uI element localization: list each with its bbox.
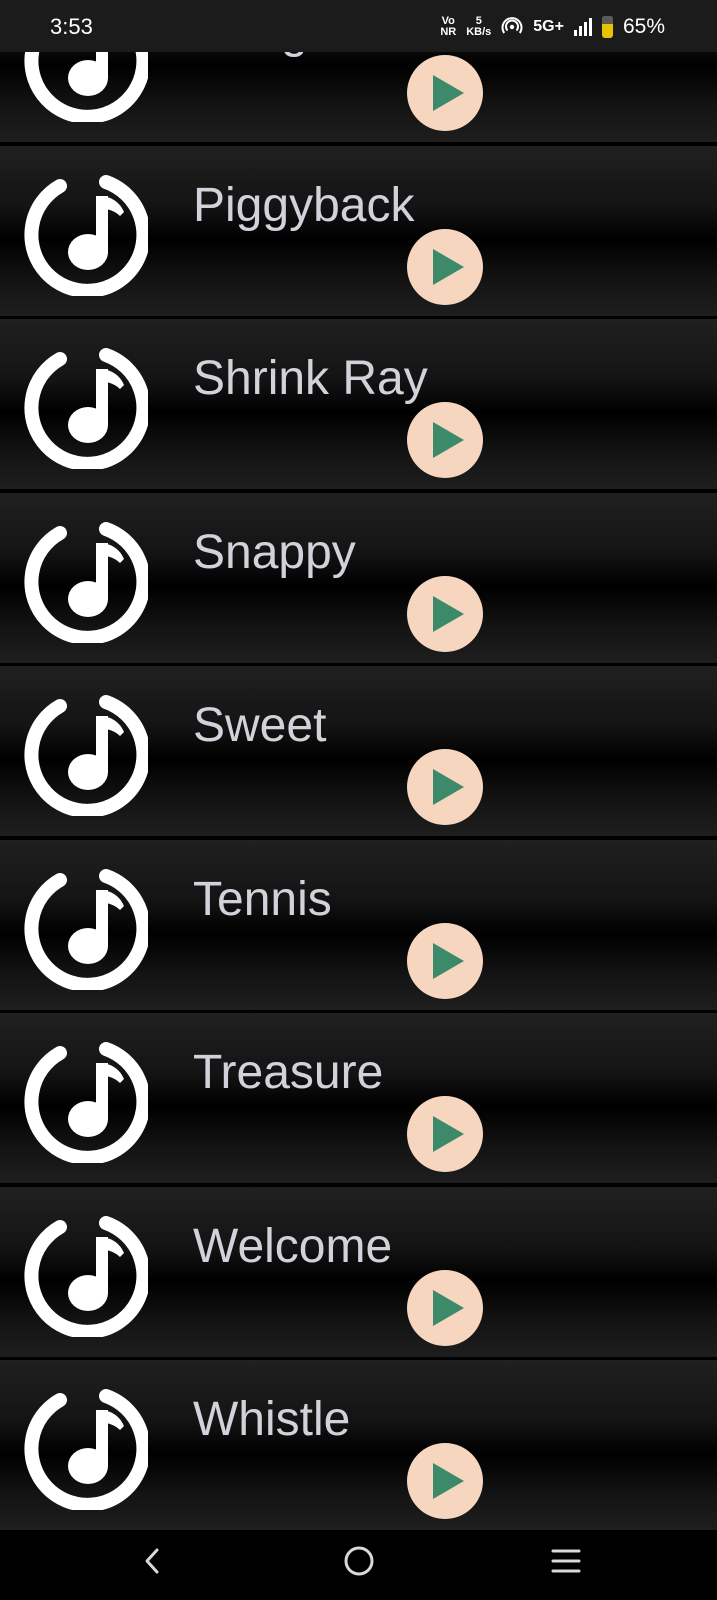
sound-title: Treasure — [193, 1046, 384, 1099]
speed-unit: KB/s — [466, 26, 492, 38]
list-item[interactable]: Piggyback — [0, 145, 717, 316]
play-icon — [433, 1116, 464, 1152]
battery-percent: 65% — [622, 15, 665, 38]
play-icon — [433, 422, 464, 458]
music-note-icon — [20, 1035, 151, 1165]
play-button[interactable] — [407, 402, 483, 478]
play-button[interactable] — [407, 55, 483, 131]
signal-icon — [573, 18, 592, 36]
play-icon — [433, 1463, 464, 1499]
sound-title: Snappy — [193, 525, 356, 579]
music-note-icon — [20, 688, 151, 818]
volte-indicator: Vo NR — [440, 16, 456, 38]
menu-icon[interactable] — [541, 1536, 591, 1586]
play-button[interactable] — [407, 1269, 483, 1346]
music-note-icon — [20, 1382, 151, 1512]
list-item[interactable]: Treasure — [0, 1013, 717, 1183]
sound-title: Sweet — [193, 699, 327, 752]
play-button[interactable] — [407, 575, 483, 652]
network-type: 5G+ — [533, 18, 564, 35]
status-icons: Vo NR 5 KB/s 5G+ 65% — [440, 12, 665, 42]
sound-title: Welcome — [193, 1219, 393, 1273]
home-icon[interactable] — [334, 1536, 384, 1586]
music-note-icon — [20, 515, 151, 645]
battery-icon — [601, 16, 613, 38]
list-item[interactable]: Whistle — [0, 1360, 717, 1530]
hotspot-icon — [501, 15, 523, 40]
play-icon — [433, 769, 464, 805]
status-bar: 3:53 Vo NR 5 KB/s 5G+ 65% — [0, 0, 717, 52]
back-icon[interactable] — [126, 1536, 176, 1586]
sound-title: Piggyback — [193, 178, 415, 232]
list-item[interactable]: Shrink Ray — [0, 319, 717, 489]
play-icon — [433, 248, 464, 285]
list-item[interactable]: Tennis — [0, 839, 717, 1010]
play-button[interactable] — [407, 922, 483, 999]
sound-title: Shrink Ray — [193, 352, 428, 405]
sound-title: Tennis — [193, 872, 332, 926]
play-button[interactable] — [407, 749, 483, 825]
play-icon — [433, 595, 464, 632]
play-button[interactable] — [407, 1443, 483, 1519]
play-button[interactable] — [407, 228, 483, 305]
list-item[interactable]: Welcome — [0, 1186, 717, 1357]
sound-title: Whistle — [193, 1393, 351, 1446]
network-speed: 5 KB/s — [466, 16, 491, 38]
play-button[interactable] — [407, 1096, 483, 1172]
list-item[interactable]: Snappy — [0, 492, 717, 663]
list-item[interactable]: Sweet — [0, 666, 717, 836]
play-icon — [433, 942, 464, 979]
music-note-icon — [20, 168, 151, 298]
music-note-icon — [20, 341, 151, 471]
music-note-icon — [20, 862, 151, 992]
volte-bottom: NR — [440, 26, 457, 38]
play-icon — [433, 75, 464, 111]
navigation-bar — [0, 1524, 717, 1600]
screen: NudgePiggybackShrink RaySnappySweetTenni… — [0, 0, 717, 1600]
play-icon — [433, 1289, 464, 1326]
music-note-icon — [20, 1209, 151, 1339]
status-time: 3:53 — [50, 14, 93, 39]
